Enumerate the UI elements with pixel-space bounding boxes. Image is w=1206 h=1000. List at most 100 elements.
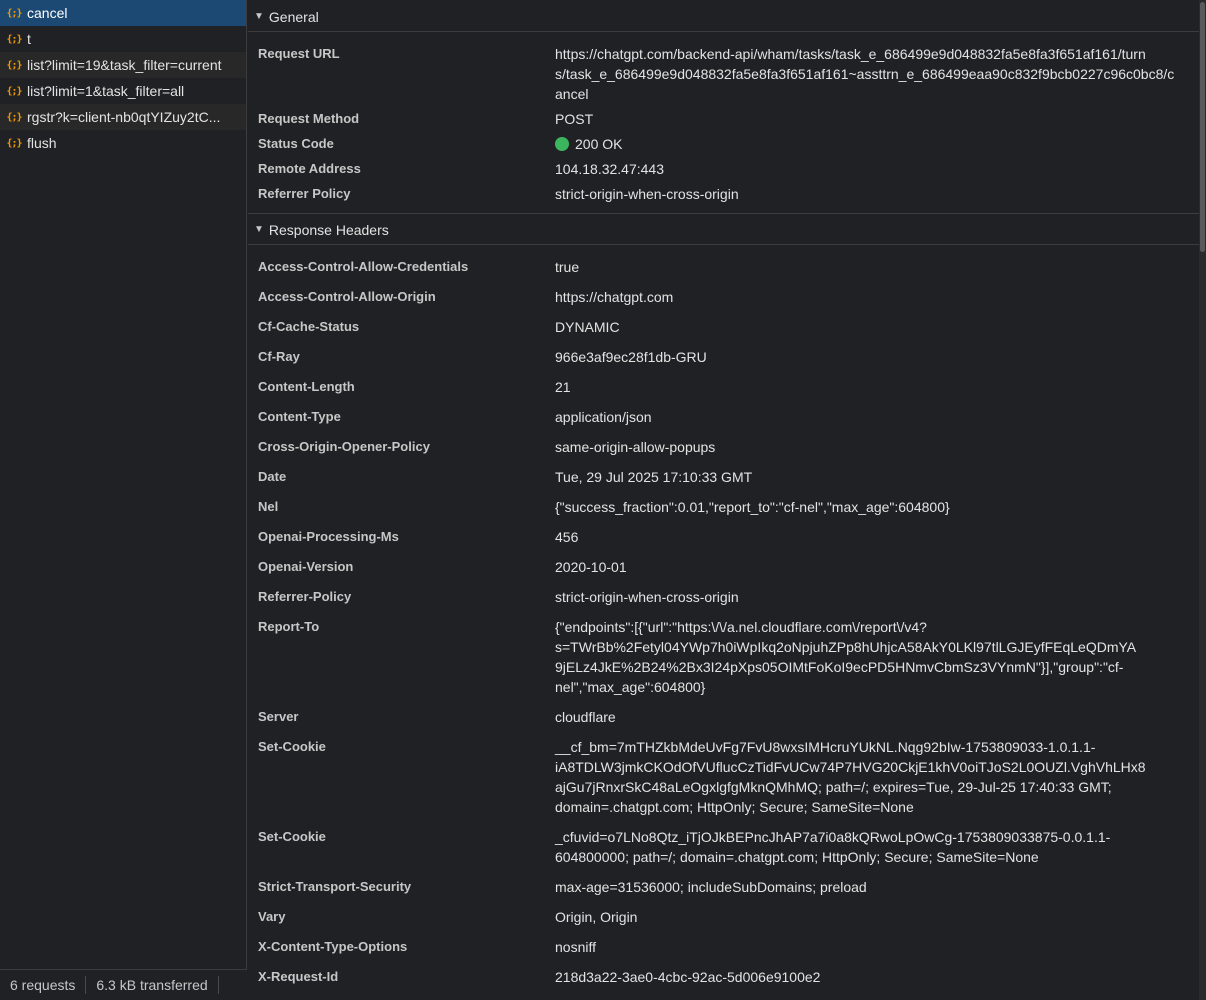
header-name: Strict-Transport-Security: [258, 879, 412, 894]
request-url-line: https://chatgpt.com/backend-api/wham/tas…: [555, 46, 1146, 62]
header-value-line: __cf_bm=7mTHZkbMdeUvFg7FvU8wxsIMHcruYUkN…: [555, 739, 1096, 755]
status-code-label: Status Code: [258, 136, 334, 151]
header-value-line: domain=.chatgpt.com; HttpOnly; Secure; S…: [555, 799, 914, 815]
scrollbar[interactable]: [1199, 0, 1206, 1000]
request-list-panel: {;} cancel {;} t {;} list?limit=19&task_filte…: [0, 0, 247, 1000]
header-value-line: max-age=31536000; includeSubDomains; pre…: [555, 879, 867, 895]
header-value-line: same-origin-allow-popups: [555, 439, 716, 455]
header-value-line: 218d3a22-3ae0-4cbc-92ac-5d006e9100e2: [555, 969, 821, 985]
remote-address-value: 104.18.32.47:443: [555, 161, 664, 177]
header-value-line: DYNAMIC: [555, 319, 620, 335]
header-value-line: nel","max_age":604800}: [555, 679, 706, 695]
header-value: application/json: [555, 407, 652, 427]
header-value: __cf_bm=7mTHZkbMdeUvFg7FvU8wxsIMHcruYUkN…: [555, 737, 1146, 817]
header-name: Cf-Ray: [258, 349, 300, 364]
header-value: Origin, Origin: [555, 907, 637, 927]
request-method-value: POST: [555, 111, 594, 127]
header-value: strict-origin-when-cross-origin: [555, 587, 739, 607]
request-url-label: Request URL: [258, 46, 340, 61]
status-ok-icon: [555, 137, 569, 151]
header-name: X-Request-Id: [258, 969, 339, 984]
request-name: t: [27, 31, 31, 47]
header-value: 966e3af9ec28f1db-GRU: [555, 347, 707, 367]
response-headers-title: Response Headers: [268, 221, 389, 238]
header-value-line: application/json: [555, 409, 652, 425]
header-value-line: https://chatgpt.com: [555, 289, 674, 305]
request-url-value: https://chatgpt.com/backend-api/wham/tas…: [555, 44, 1174, 104]
json-icon: {;}: [6, 85, 22, 97]
header-value-line: Origin, Origin: [555, 909, 638, 925]
request-row[interactable]: {;} t: [0, 26, 246, 52]
section-divider: [248, 213, 1199, 214]
triangle-down-icon: ▼: [254, 224, 264, 235]
header-name: Openai-Processing-Ms: [258, 529, 399, 544]
request-method-label: Request Method: [258, 111, 360, 126]
response-headers-section-toggle[interactable]: ▼ Response Headers: [248, 215, 1199, 245]
request-name: list?limit=1&task_filter=all: [27, 83, 185, 99]
status-bar: 6 requests 6.3 kB transferred: [0, 969, 247, 1000]
header-name: Cf-Cache-Status: [258, 319, 360, 334]
header-value-line: true: [555, 259, 580, 275]
header-name: Nel: [258, 499, 279, 514]
header-name: Date: [258, 469, 287, 484]
header-value: 218d3a22-3ae0-4cbc-92ac-5d006e9100e2: [555, 967, 820, 987]
header-name: X-Content-Type-Options: [258, 939, 408, 954]
header-value-line: nosniff: [555, 939, 596, 955]
header-name: Set-Cookie: [258, 739, 326, 754]
header-value: 2020-10-01: [555, 557, 627, 577]
status-code-text: 200 OK: [575, 136, 623, 152]
json-icon: {;}: [6, 7, 22, 19]
request-name: list?limit=19&task_filter=current: [27, 57, 222, 73]
header-value: max-age=31536000; includeSubDomains; pre…: [555, 877, 867, 897]
general-section-title: General: [268, 8, 319, 25]
header-value-line: Tue, 29 Jul 2025 17:10:33 GMT: [555, 469, 753, 485]
request-name: rgstr?k=client-nb0qtYIZuy2tC...: [27, 109, 221, 125]
header-name: Access-Control-Allow-Origin: [258, 289, 436, 304]
status-code-value: 200 OK: [555, 134, 622, 154]
header-name: Referrer-Policy: [258, 589, 352, 604]
header-value-line: 456: [555, 529, 579, 545]
headers-panel: ▼ General Request URL https://chatgpt.co…: [248, 0, 1199, 1000]
request-row[interactable]: {;} flush: [0, 130, 246, 156]
header-value-line: ajGu7jRnxrSkC48aLeOgxlgfgMknQMhMQ; path=…: [555, 779, 1112, 795]
header-name: Set-Cookie: [258, 829, 326, 844]
request-name: cancel: [27, 5, 68, 21]
header-value-line: _cfuvid=o7LNo8Qtz_iTjOJkBEPncJhAP7a7i0a8…: [555, 829, 1111, 845]
request-row[interactable]: {;} rgstr?k=client-nb0qtYIZuy2tC...: [0, 104, 246, 130]
general-section-toggle[interactable]: ▼ General: [248, 2, 1199, 32]
header-name: Cross-Origin-Opener-Policy: [258, 439, 430, 454]
header-value: DYNAMIC: [555, 317, 620, 337]
header-value-line: {"endpoints":[{"url":"https:\/\/a.nel.cl…: [555, 619, 927, 635]
header-value: cloudflare: [555, 707, 616, 727]
request-row[interactable]: {;} cancel: [0, 0, 246, 26]
header-value-line: 604800000; path=/; domain=.chatgpt.com; …: [555, 849, 1039, 865]
remote-address-label: Remote Address: [258, 161, 361, 176]
header-value: {"success_fraction":0.01,"report_to":"cf…: [555, 497, 950, 517]
referrer-policy-label: Referrer Policy: [258, 186, 351, 201]
header-value-line: 966e3af9ec28f1db-GRU: [555, 349, 707, 365]
header-value: same-origin-allow-popups: [555, 437, 715, 457]
header-value: 456: [555, 527, 578, 547]
request-row[interactable]: {;} list?limit=19&task_filter=current: [0, 52, 246, 78]
header-value-line: cloudflare: [555, 709, 616, 725]
header-value: nosniff: [555, 937, 596, 957]
header-value-line: {"success_fraction":0.01,"report_to":"cf…: [555, 499, 950, 515]
scrollbar-thumb[interactable]: [1200, 2, 1205, 252]
header-value-line: 9jELz4JkE%2B24%2Bx3I24pXps05OIMtFoKoI9ec…: [555, 659, 1124, 675]
header-value-line: 2020-10-01: [555, 559, 627, 575]
header-name: Report-To: [258, 619, 320, 634]
request-row[interactable]: {;} list?limit=1&task_filter=all: [0, 78, 246, 104]
request-url-line: s/task_e_686499e9d048832fa5e8fa3f651af16…: [555, 66, 1175, 82]
header-value: {"endpoints":[{"url":"https:\/\/a.nel.cl…: [555, 617, 1136, 697]
json-icon: {;}: [6, 59, 22, 71]
json-icon: {;}: [6, 111, 22, 123]
referrer-policy-value: strict-origin-when-cross-origin: [555, 186, 739, 202]
header-name: Access-Control-Allow-Credentials: [258, 259, 469, 274]
header-name: Content-Type: [258, 409, 341, 424]
header-name: Server: [258, 709, 299, 724]
json-icon: {;}: [6, 137, 22, 149]
header-name: Openai-Version: [258, 559, 354, 574]
header-value-line: 21: [555, 379, 571, 395]
triangle-down-icon: ▼: [254, 11, 264, 22]
header-name: Vary: [258, 909, 286, 924]
